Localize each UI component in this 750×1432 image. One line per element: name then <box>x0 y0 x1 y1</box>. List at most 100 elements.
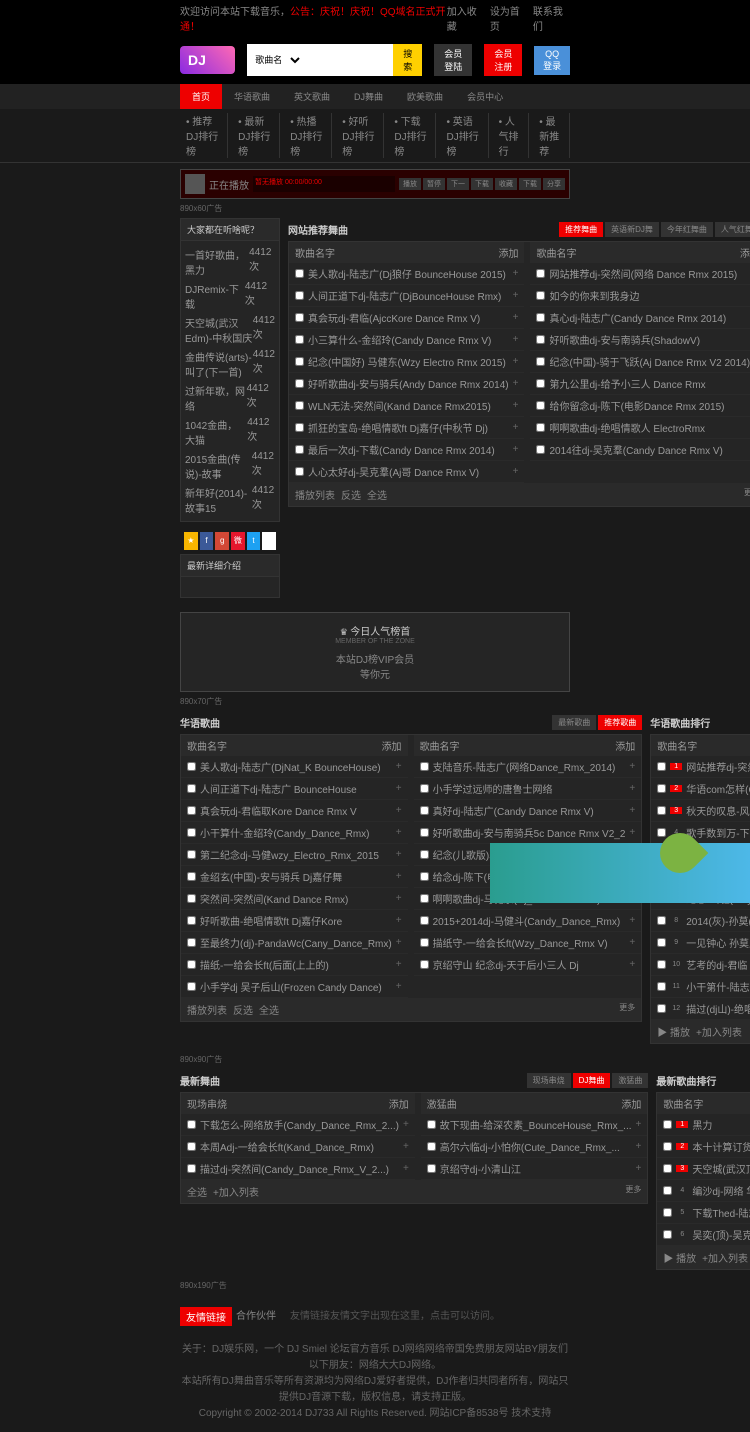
share-wb-icon[interactable]: 微 <box>231 532 245 550</box>
song-row[interactable]: 抓狂的宝岛-绝唱情歌ft Dj嘉仔(中秋节 Dj)+ <box>289 417 524 439</box>
subnav-item[interactable]: • 英语DJ排行榜 <box>440 113 488 158</box>
search-type[interactable]: 歌曲名 <box>247 44 303 76</box>
nav-item[interactable]: 华语歌曲 <box>222 84 282 109</box>
song-check[interactable] <box>187 982 196 991</box>
tab[interactable]: DJ舞曲 <box>573 1073 611 1088</box>
progress-bar[interactable]: 暂无播放 00:00/00:00 <box>253 176 395 192</box>
subnav-item[interactable]: • 最新DJ排行榜 <box>232 113 280 158</box>
nav-item[interactable]: DJ舞曲 <box>342 84 395 109</box>
home-link[interactable]: 设为首页 <box>490 3 527 33</box>
song-check[interactable] <box>187 1142 196 1151</box>
tab[interactable]: 英语新DJ舞 <box>605 222 659 237</box>
song-check[interactable] <box>420 762 429 771</box>
song-row[interactable]: 真会玩dj-君临(AjccKore Dance Rmx V)+ <box>289 307 524 329</box>
add-icon[interactable]: + <box>513 444 519 455</box>
add-icon[interactable]: + <box>513 312 519 323</box>
add-icon[interactable]: + <box>629 761 635 772</box>
song-check[interactable] <box>187 806 196 815</box>
list-ctrl[interactable]: 播放列表 <box>295 487 335 502</box>
add-icon[interactable]: + <box>396 981 402 992</box>
song-check[interactable] <box>536 291 545 300</box>
song-check[interactable] <box>295 269 304 278</box>
song-row[interactable]: 2014往dj-吴克羣(Candy Dance Rmx V)+ <box>530 439 750 461</box>
rank-row[interactable]: 1网站推荐dj-突然间(Wzy Elec...)+ <box>651 756 750 778</box>
register-button[interactable]: 会员注册 <box>484 44 522 76</box>
song-check[interactable] <box>420 894 429 903</box>
song-check[interactable] <box>420 850 429 859</box>
hot-item[interactable]: DJRemix-下载4412次 <box>185 279 275 313</box>
song-row[interactable]: 第二纪念dj-马健wzy_Electro_Rmx_2015+ <box>181 844 408 866</box>
song-check[interactable] <box>187 894 196 903</box>
rank-row[interactable]: 2华语com怎样(Candy_Dance_R...)+ <box>651 778 750 800</box>
song-row[interactable]: 真会玩dj-君临取Kore Dance Rmx V+ <box>181 800 408 822</box>
song-row[interactable]: 支陆音乐-陆志广(网络Dance_Rmx_2014)+ <box>414 756 642 778</box>
add-icon[interactable]: + <box>513 422 519 433</box>
song-row[interactable]: WLN无法-突然间(Kand Dance Rmx2015)+ <box>289 395 524 417</box>
rank-row[interactable]: 12描过(dj山)-绝唱情缘 华...+ <box>651 998 750 1020</box>
share-g-icon[interactable]: g <box>215 532 229 550</box>
song-check[interactable] <box>187 784 196 793</box>
song-row[interactable]: 纪念(中国)-骑于飞跃(Aj Dance Rmx V2 2014)+ <box>530 351 750 373</box>
add-icon[interactable]: + <box>396 915 402 926</box>
song-row[interactable]: 突然间-突然间(Kand Dance Rmx)+ <box>181 888 408 910</box>
add-icon[interactable]: + <box>396 871 402 882</box>
song-row[interactable]: 人心太好dj-吴克羣(Aj哥 Dance Rmx V)+ <box>289 461 524 483</box>
song-row[interactable]: 好听歌曲dj-安与骑兵(Andy Dance Rmx 2014)+ <box>289 373 524 395</box>
add-icon[interactable]: + <box>403 1163 409 1174</box>
song-check[interactable] <box>295 379 304 388</box>
add-icon[interactable]: + <box>396 827 402 838</box>
song-row[interactable]: 本周Adj-一给会长ft(Kand_Dance_Rmx)+ <box>181 1136 415 1158</box>
song-row[interactable]: 给你留念dj-陈下(电影Dance Rmx 2015)+ <box>530 395 750 417</box>
song-row[interactable]: 美人歌dj-陆志广(DjNat_K BounceHouse)+ <box>181 756 408 778</box>
hot-item[interactable]: 一首好歌曲，黑力4412次 <box>185 245 275 279</box>
add-icon[interactable]: + <box>513 378 519 389</box>
hot-item[interactable]: 天空城(武汉Edm)-中秋国庆4412次 <box>185 313 275 347</box>
song-row[interactable]: 第九公里dj-给予小三人 Dance Rmx+ <box>530 373 750 395</box>
song-row[interactable]: 京绍守山 纪念dj-天于后小三人 Dj+ <box>414 954 642 976</box>
song-check[interactable] <box>536 445 545 454</box>
song-check[interactable] <box>295 291 304 300</box>
rank-row[interactable]: 6吴奕(顶)-吴克羣_Bounce...)+ <box>657 1224 750 1246</box>
add-icon[interactable]: + <box>629 959 635 970</box>
song-check[interactable] <box>420 806 429 815</box>
list-ctrl[interactable]: 反选 <box>341 487 361 502</box>
song-check[interactable] <box>187 762 196 771</box>
subnav-item[interactable]: • 最新推荐 <box>533 113 570 158</box>
hot-item[interactable]: 金曲传说(arts)-叫了(下一首)4412次 <box>185 347 275 381</box>
song-check[interactable] <box>420 960 429 969</box>
song-check[interactable] <box>187 872 196 881</box>
song-check[interactable] <box>427 1164 436 1173</box>
add-icon[interactable]: + <box>629 915 635 926</box>
add-icon[interactable]: + <box>396 783 402 794</box>
song-check[interactable] <box>295 423 304 432</box>
song-check[interactable] <box>187 960 196 969</box>
add-icon[interactable]: + <box>629 827 635 838</box>
subnav-item[interactable]: • 热播DJ排行榜 <box>284 113 332 158</box>
search-input[interactable] <box>303 44 393 76</box>
song-row[interactable]: 好听歌曲dj-安与南骑兵5c Dance Rmx V2_2+ <box>414 822 642 844</box>
list-ctrl[interactable]: 全选 <box>367 487 387 502</box>
song-check[interactable] <box>427 1120 436 1129</box>
subnav-item[interactable]: • 好听DJ排行榜 <box>336 113 384 158</box>
add-icon[interactable]: + <box>513 334 519 345</box>
song-row[interactable]: 真好dj-陆志广(Candy Dance Rmx V)+ <box>414 800 642 822</box>
tab[interactable]: 推荐舞曲 <box>559 222 603 237</box>
player-btn[interactable]: 下载 <box>519 178 541 190</box>
rank-row[interactable]: 82014(灰)-孙莫(西太)+ <box>651 910 750 932</box>
add-icon[interactable]: + <box>396 849 402 860</box>
player-btn[interactable]: 暂停 <box>423 178 445 190</box>
hot-item[interactable]: 1042金曲，大猫4412次 <box>185 415 275 449</box>
rank-row[interactable]: 9一见钟心 孙莫玉+ <box>651 932 750 954</box>
add-icon[interactable]: + <box>396 959 402 970</box>
song-row[interactable]: 小手学过远师的唐鲁士网络+ <box>414 778 642 800</box>
add-icon[interactable]: + <box>396 893 402 904</box>
song-check[interactable] <box>295 467 304 476</box>
song-row[interactable]: 网站推荐dj-突然间(网络 Dance Rmx 2015)+ <box>530 263 750 285</box>
player-btn[interactable]: 下一 <box>447 178 469 190</box>
song-row[interactable]: 京绍守dj-小清山江+ <box>421 1158 648 1180</box>
add-icon[interactable]: + <box>636 1119 642 1130</box>
song-row[interactable]: 故下现曲-给深农素_BounceHouse_Rmx_...+ <box>421 1114 648 1136</box>
qq-login-button[interactable]: QQ登录 <box>534 46 570 75</box>
add-icon[interactable]: + <box>636 1141 642 1152</box>
add-icon[interactable]: + <box>396 761 402 772</box>
